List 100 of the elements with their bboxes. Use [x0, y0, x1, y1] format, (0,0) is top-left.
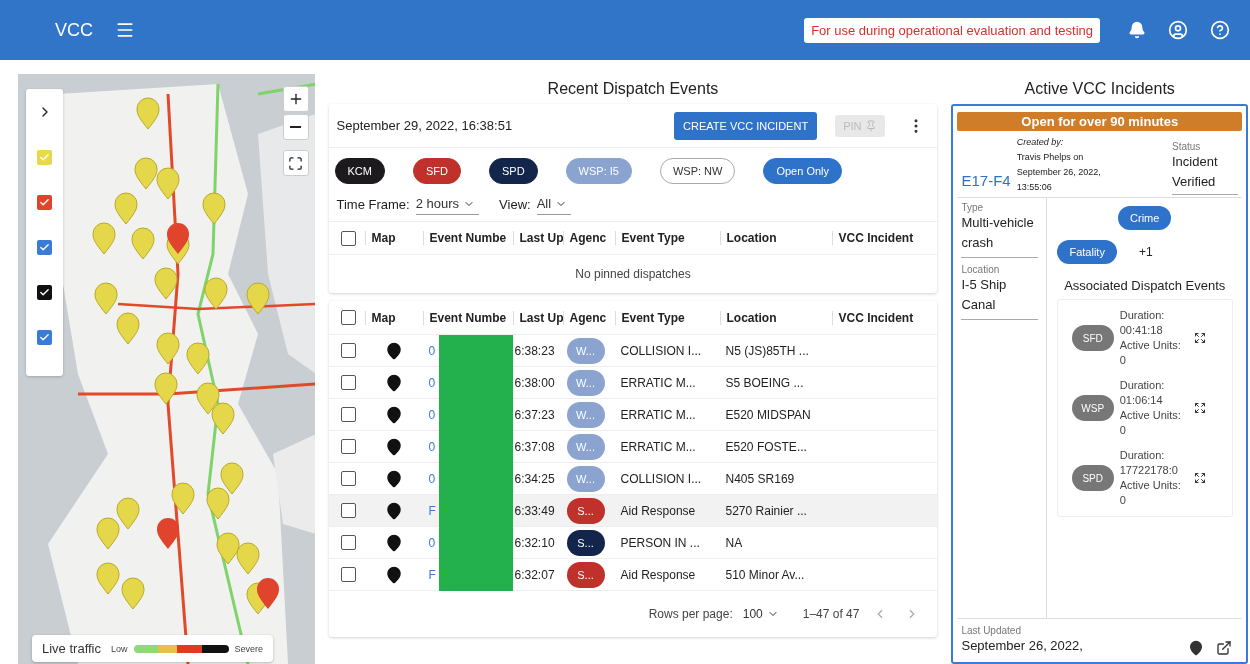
event-number-link[interactable]: 0	[422, 407, 439, 422]
create-incident-button[interactable]: CREATE VCC INCIDENT	[674, 111, 818, 140]
row-checkbox[interactable]	[340, 343, 356, 358]
legend-title: Live traffic	[42, 641, 101, 656]
column-header[interactable]: Agenc	[562, 231, 615, 245]
table-row[interactable]: 0 6:34:25 W... COLLISION I... N405 SR169	[328, 463, 938, 495]
account-icon[interactable]	[1168, 20, 1188, 40]
layer-checkbox[interactable]	[37, 330, 52, 345]
column-header[interactable]: VCC Incident	[831, 231, 938, 245]
app-title: VCC	[55, 19, 93, 41]
column-header[interactable]: VCC Incident	[831, 310, 938, 325]
column-header[interactable]: Agenc	[562, 310, 615, 325]
layer-checkbox[interactable]	[37, 240, 52, 255]
map-pin-icon[interactable]	[384, 469, 403, 488]
table-row[interactable]: F 6:33:49 S... Aid Response 5270 Rainier ...	[328, 495, 938, 527]
row-checkbox[interactable]	[340, 471, 356, 486]
table-row[interactable]: F 6:32:07 S... Aid Response 510 Minor Av...	[328, 559, 938, 591]
help-icon[interactable]	[1210, 20, 1230, 40]
menu-icon[interactable]	[115, 20, 135, 40]
view-label: View:	[499, 197, 531, 212]
view-select[interactable]: All	[536, 194, 572, 215]
check-icon	[39, 332, 50, 343]
filter-chip[interactable]: SPD	[488, 158, 538, 184]
expand-icon[interactable]	[1193, 472, 1206, 484]
agency-chip: S...	[566, 561, 605, 588]
table-cell-text: E520 MIDSPAN	[724, 407, 812, 422]
filter-chip[interactable]: SFD	[412, 158, 461, 184]
agency-chip: SPD	[1071, 465, 1114, 491]
rows-per-page-select[interactable]: 100	[742, 604, 783, 624]
map-pin-icon[interactable]	[384, 373, 403, 392]
column-header[interactable]: Map	[364, 310, 423, 325]
section-title: Recent Dispatch Events	[546, 79, 720, 99]
map-pin-icon[interactable]	[384, 533, 403, 552]
table-row[interactable]: 0 6:38:23 W... COLLISION I... N5 (JS)85TH ...	[328, 335, 938, 367]
column-header[interactable]: Map	[364, 231, 423, 245]
column-header[interactable]: Event Type	[614, 310, 720, 325]
column-header[interactable]: Event Numbe	[422, 310, 513, 325]
map-pin-icon[interactable]	[384, 501, 403, 520]
row-checkbox[interactable]	[340, 375, 356, 390]
row-checkbox[interactable]	[340, 439, 356, 454]
map-pin-icon[interactable]	[384, 341, 403, 360]
event-number-link[interactable]: 0	[422, 375, 439, 390]
table-row[interactable]: 0 6:37:08 W... ERRATIC M... E520 FOSTE...	[328, 431, 938, 463]
row-checkbox[interactable]	[340, 503, 356, 518]
column-header[interactable]: Location	[719, 310, 832, 325]
fullscreen-icon	[288, 155, 303, 171]
expand-icon[interactable]	[1193, 402, 1206, 414]
column-header[interactable]: Last Up	[512, 310, 563, 325]
table-cell-text: 6:32:07	[513, 567, 556, 582]
event-number-link[interactable]: 0	[422, 535, 439, 550]
row-checkbox[interactable]	[340, 535, 356, 550]
external-link-icon[interactable]	[1216, 640, 1232, 656]
page-range: 1–47 of 47	[802, 607, 860, 621]
table-row[interactable]: 0 6:37:23 W... ERRATIC M... E520 MIDSPAN	[328, 399, 938, 431]
event-number-link[interactable]: F	[422, 503, 439, 518]
layer-checkbox[interactable]	[37, 285, 52, 300]
column-header[interactable]: Last Up	[512, 231, 563, 245]
location-pin-icon[interactable]	[1188, 640, 1204, 656]
zoom-out-button[interactable]	[282, 114, 309, 140]
table-cell-text: N5 (JS)85TH ...	[724, 343, 810, 358]
column-header[interactable]: Event Type	[614, 231, 720, 245]
timestamp: September 29, 2022, 16:38:51	[336, 118, 514, 133]
legend-high-label: Severe	[234, 643, 264, 654]
select-all-checkbox[interactable]	[340, 230, 356, 246]
fullscreen-button[interactable]	[282, 150, 309, 176]
table-cell-text: ERRATIC M...	[619, 375, 697, 390]
zoom-in-button[interactable]	[282, 86, 309, 112]
event-duration-text: Duration: 01:06:14 Active Units: 0	[1119, 378, 1182, 438]
agency-chip: S...	[566, 529, 605, 556]
table-cell-text: 6:38:00	[513, 375, 556, 390]
last-updated-value: September 26, 2022,	[961, 637, 1084, 655]
table-cell-text: ERRATIC M...	[619, 439, 697, 454]
layer-checkbox[interactable]	[37, 195, 52, 210]
last-updated-label: Last Updated	[961, 625, 1022, 636]
row-checkbox[interactable]	[340, 407, 356, 422]
map-pin-icon[interactable]	[384, 405, 403, 424]
incident-id-link[interactable]: E17-F4	[961, 172, 1011, 195]
expand-icon[interactable]	[1193, 332, 1206, 344]
table-cell-text: 6:38:23	[513, 343, 556, 358]
event-number-link[interactable]: F	[422, 567, 439, 582]
check-icon	[39, 242, 50, 253]
row-checkbox[interactable]	[340, 567, 356, 582]
check-icon	[39, 287, 50, 298]
filter-chip[interactable]: KCM	[334, 158, 385, 184]
column-header[interactable]: Location	[719, 231, 832, 245]
event-number-link[interactable]: 0	[422, 439, 439, 454]
select-all-checkbox[interactable]	[340, 310, 356, 325]
filter-chip[interactable]: Open Only	[763, 158, 843, 184]
type-value: Multi-vehicle crash	[961, 214, 1035, 252]
map-pin-icon[interactable]	[384, 565, 403, 584]
table-row[interactable]: 0 6:32:10 S... PERSON IN ... NA	[328, 527, 938, 559]
table-row[interactable]: 0 6:38:00 W... ERRATIC M... S5 BOEING ...	[328, 367, 938, 399]
event-number-link[interactable]: 0	[422, 471, 439, 486]
bell-icon[interactable]	[1128, 21, 1146, 39]
filter-chip[interactable]: WSP: NW	[659, 158, 736, 184]
time-frame-select[interactable]: 2 hours	[415, 194, 480, 215]
map-pin-icon[interactable]	[384, 437, 403, 456]
status-label: Status	[1172, 141, 1202, 152]
column-header[interactable]: Event Numbe	[422, 231, 513, 245]
event-number-link[interactable]: 0	[422, 343, 439, 358]
